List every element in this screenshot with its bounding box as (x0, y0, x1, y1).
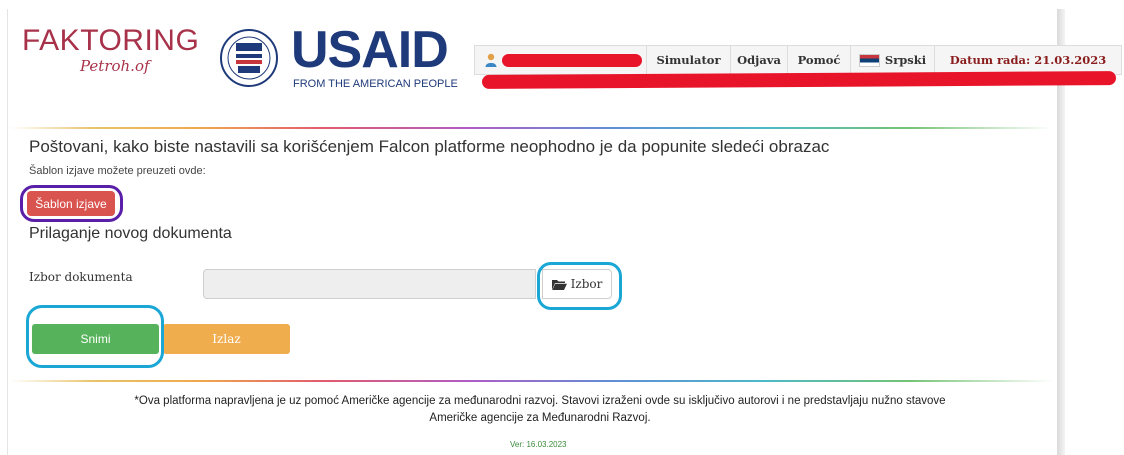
section-title: Prilaganje novog dokumenta (29, 225, 232, 242)
template-note: Šablon izjave možete preuzeti ovde: (29, 165, 206, 177)
nav-simulator[interactable]: Simulator (647, 46, 731, 74)
nav-pomoc[interactable]: Pomoć (788, 46, 851, 74)
top-navigation-bar: Simulator Odjava Pomoć Srpski Datum rada… (474, 45, 1122, 75)
annotation-circle-browse (537, 262, 622, 310)
document-label: Izbor dokumenta (29, 270, 133, 284)
version-label: Ver: 16.03.2023 (510, 440, 567, 449)
work-date: Datum rada: 21.03.2023 (949, 53, 1107, 67)
redacted-username (502, 53, 642, 67)
annotation-circle-save (26, 305, 164, 368)
annotation-circle-template (20, 185, 123, 222)
faktoring-logo: FAKTORING Petroh.of (22, 24, 200, 76)
footer-disclaimer: *Ova platforma napravljena je uz pomoć A… (134, 395, 946, 424)
user-icon (485, 53, 497, 67)
language-label: Srpski (884, 53, 927, 67)
page-title: Poštovani, kako biste nastavili sa koriš… (29, 137, 830, 156)
faktoring-logo-text: FAKTORING (22, 24, 200, 57)
nav-odjava[interactable]: Odjava (731, 46, 788, 74)
rainbow-divider-bottom (10, 380, 1054, 382)
serbia-flag-icon (858, 53, 880, 67)
document-file-input[interactable] (203, 269, 536, 299)
user-menu[interactable] (475, 46, 647, 74)
language-selector[interactable]: Srpski (851, 46, 935, 74)
usaid-logo: USAID (291, 21, 449, 79)
usaid-seal-icon (220, 29, 278, 87)
exit-button[interactable]: Izlaz (163, 324, 290, 354)
faktoring-logo-subtext: Petroh.of (80, 57, 150, 75)
usaid-tagline: FROM THE AMERICAN PEOPLE (293, 78, 458, 90)
top-strip (0, 0, 1124, 8)
rainbow-divider-top (10, 127, 1054, 129)
